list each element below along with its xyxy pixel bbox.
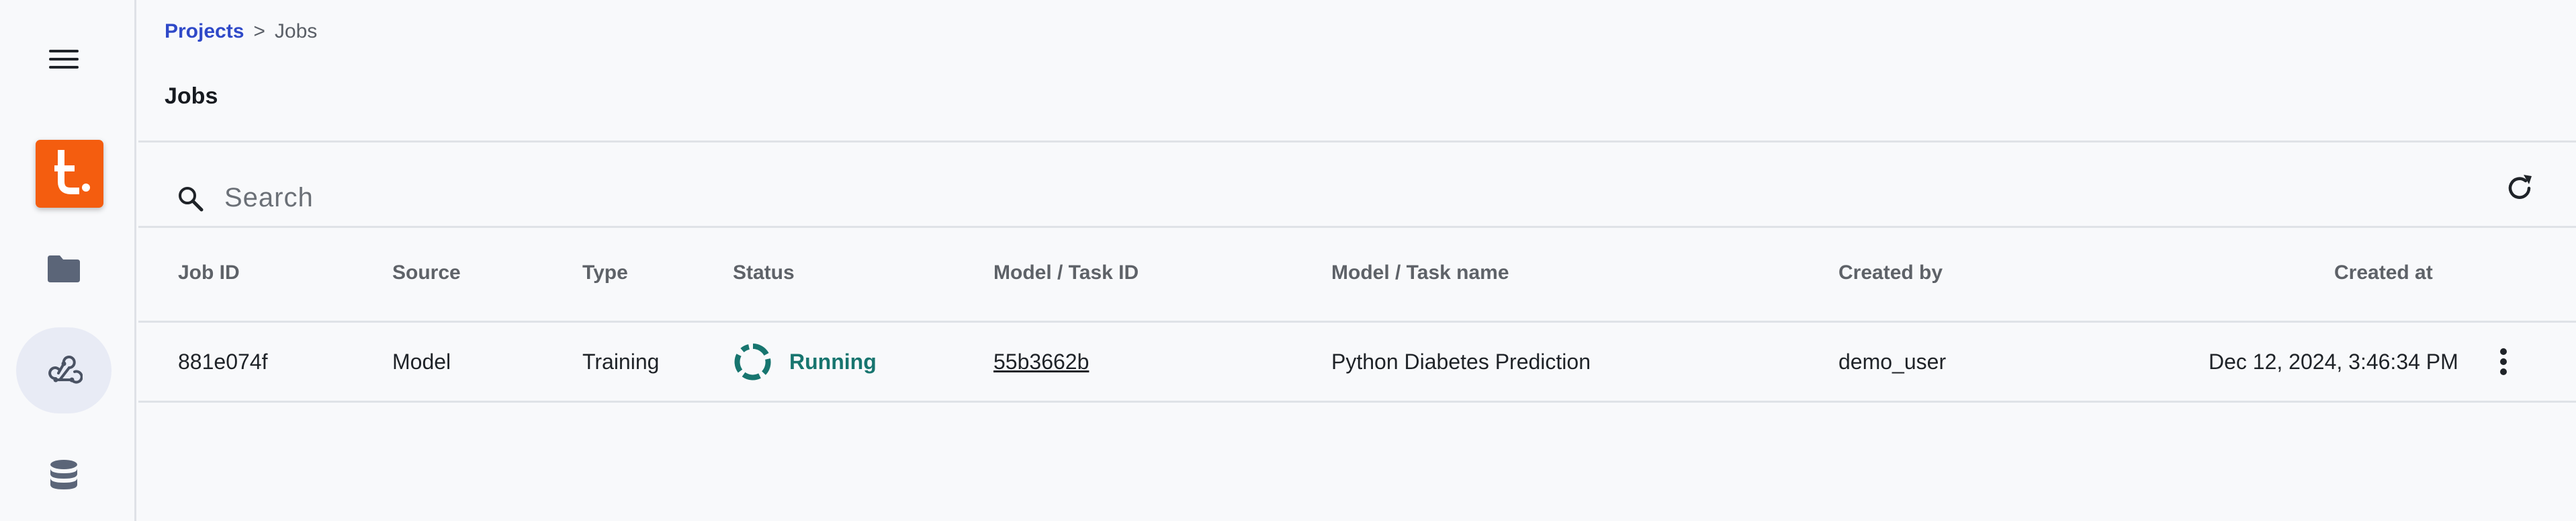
hamburger-menu-icon	[49, 50, 79, 69]
refresh-button[interactable]	[2499, 168, 2540, 208]
table-row-divider	[138, 401, 2576, 403]
column-header-source[interactable]: Source	[392, 262, 461, 284]
webhook-icon	[48, 356, 83, 384]
table-row[interactable]: 881e074f Model Training Running 55b3662b…	[138, 323, 2576, 401]
app-logo[interactable]	[36, 140, 103, 208]
cell-status: Running	[734, 343, 877, 380]
column-header-created-at[interactable]: Created at	[2334, 262, 2433, 284]
sidebar-item-datasets[interactable]	[16, 432, 112, 518]
status-badge: Running	[789, 349, 877, 374]
column-header-status[interactable]: Status	[733, 262, 795, 284]
sidebar	[0, 0, 136, 521]
breadcrumb-projects-link[interactable]: Projects	[165, 20, 244, 43]
more-vertical-icon	[2500, 348, 2507, 355]
search-bar	[138, 143, 2576, 226]
folder-icon	[48, 255, 80, 282]
row-actions-button[interactable]	[2495, 343, 2512, 380]
main-content: Projects > Jobs Jobs Job ID Source Typ	[138, 0, 2576, 521]
cell-created-at: Dec 12, 2024, 3:46:34 PM	[2209, 350, 2458, 374]
cell-task-name: Python Diabetes Prediction	[1331, 350, 1591, 374]
cell-type: Training	[582, 350, 660, 374]
running-spinner-icon	[734, 344, 771, 380]
cell-job-id: 881e074f	[178, 350, 268, 374]
database-icon	[50, 460, 77, 489]
column-header-job-id[interactable]: Job ID	[178, 262, 240, 284]
column-header-created-by[interactable]: Created by	[1838, 262, 1943, 284]
more-vertical-icon	[2500, 368, 2507, 375]
refresh-icon	[2508, 175, 2532, 199]
cell-source: Model	[392, 350, 451, 374]
page-title: Jobs	[165, 83, 218, 109]
column-header-task-name[interactable]: Model / Task name	[1331, 262, 1509, 284]
table-header: Job ID Source Type Status Model / Task I…	[138, 228, 2576, 321]
cell-created-by: demo_user	[1838, 350, 1947, 374]
breadcrumb-current: Jobs	[274, 20, 318, 42]
app-root: Projects > Jobs Jobs Job ID Source Typ	[0, 0, 2576, 521]
search-icon	[179, 187, 204, 212]
sidebar-item-models[interactable]	[16, 327, 112, 413]
sidebar-item-projects[interactable]	[16, 226, 112, 312]
breadcrumb: Projects > Jobs	[165, 20, 317, 43]
column-header-type[interactable]: Type	[582, 262, 628, 284]
more-vertical-icon	[2500, 358, 2507, 365]
search-input[interactable]	[224, 176, 1030, 219]
breadcrumb-separator: >	[253, 20, 265, 42]
menu-button[interactable]	[16, 16, 112, 102]
task-id-link[interactable]: 55b3662b	[993, 350, 1089, 374]
column-header-task-id[interactable]: Model / Task ID	[993, 262, 1139, 284]
logo-mark	[54, 150, 90, 194]
